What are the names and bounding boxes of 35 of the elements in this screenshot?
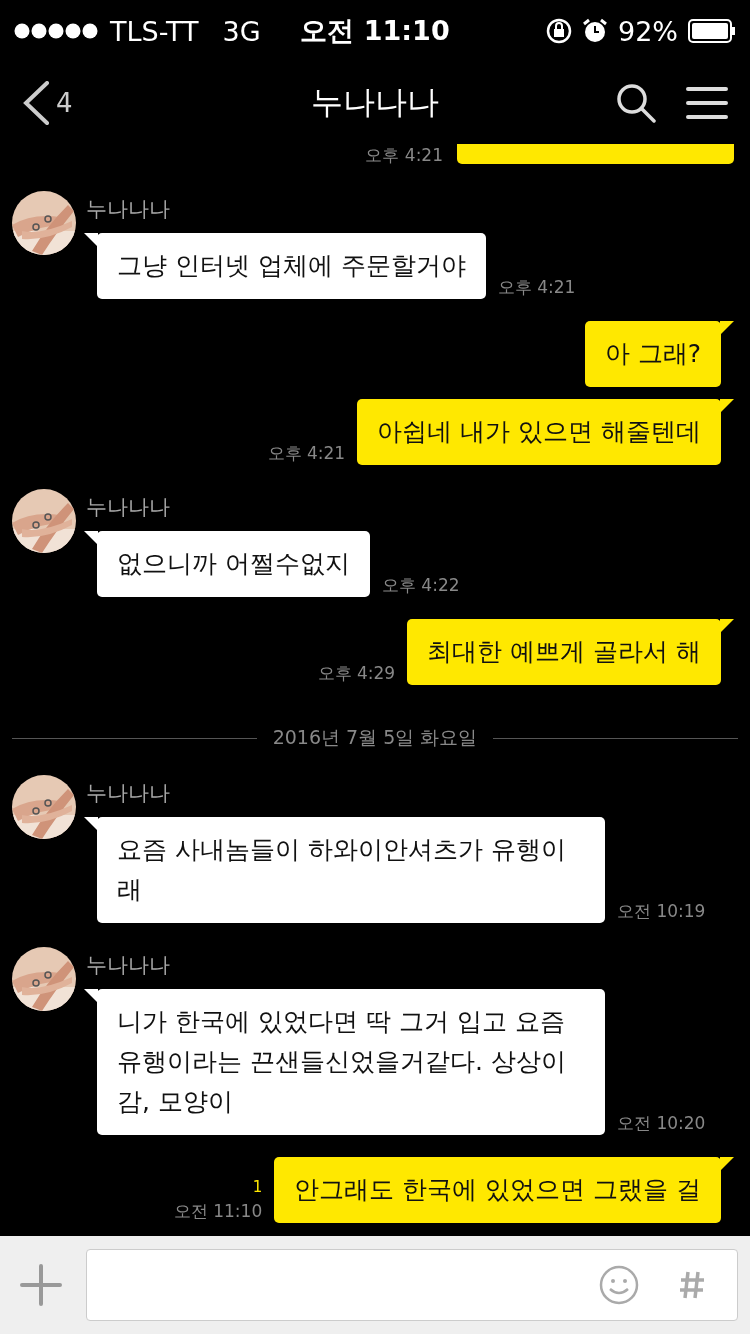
message-time: 오전 11:10: [173, 1200, 263, 1223]
date-divider: 2016년 7월 5일 화요일: [272, 725, 478, 750]
bubble-tail: [720, 399, 734, 415]
bubble-tail: [720, 321, 734, 337]
sender-name: 누나나나: [86, 952, 171, 979]
message-time: 오후 4:21: [365, 144, 443, 167]
hash-icon[interactable]: [679, 1270, 705, 1300]
back-button[interactable]: 4: [22, 81, 182, 125]
smiley-icon[interactable]: [599, 1265, 639, 1305]
clock: 오전 11:10: [300, 14, 450, 48]
bubble-tail: [720, 619, 734, 635]
rotation-lock-icon: [546, 18, 572, 44]
message-input[interactable]: [86, 1249, 738, 1321]
message-time: 오후 4:21: [497, 276, 576, 299]
message-time: 오후 4:29: [317, 662, 396, 685]
network-type: 3G: [222, 15, 261, 47]
sender-name: 누나나나: [86, 780, 171, 807]
sender-name: 누나나나: [86, 494, 171, 521]
search-icon[interactable]: [616, 83, 656, 123]
message-time: 오후 4:22: [381, 574, 460, 597]
bubble-tail: [720, 1157, 734, 1173]
alarm-icon: [582, 18, 608, 44]
message-time: 오전 10:20: [617, 1112, 706, 1135]
menu-icon[interactable]: [686, 86, 728, 120]
sender-name: 누나나나: [86, 196, 171, 223]
battery-percent: 92%: [618, 15, 678, 47]
back-icon: [22, 81, 50, 125]
carrier-name: TLS-TT: [110, 15, 199, 47]
unread-count: 1: [252, 1178, 263, 1196]
signal-icon: [14, 23, 100, 39]
message-time: 오후 4:21: [267, 442, 346, 465]
chat-title: 누나나나: [310, 82, 440, 123]
plus-icon[interactable]: [20, 1264, 62, 1306]
message-time: 오전 10:19: [617, 900, 706, 923]
battery-icon: [688, 19, 736, 43]
